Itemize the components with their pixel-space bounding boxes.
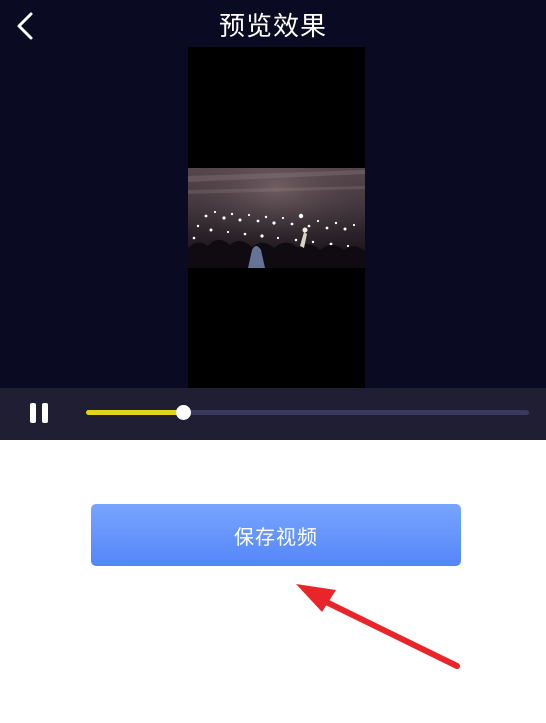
save-video-button[interactable]: 保存视频 — [91, 504, 461, 566]
preview-screen: 预览效果 保存视频 — [0, 0, 546, 723]
pause-button[interactable] — [26, 401, 54, 427]
preview-area: 预览效果 — [0, 0, 546, 388]
page-title: 预览效果 — [218, 12, 327, 42]
progress-slider[interactable] — [86, 405, 529, 420]
video-frame-image — [188, 168, 365, 268]
progress-fill — [86, 410, 184, 415]
pause-icon-bar — [42, 403, 48, 423]
pause-icon — [30, 403, 36, 423]
concert-crowd-image — [188, 168, 365, 268]
playback-controls — [0, 388, 546, 440]
progress-thumb[interactable] — [176, 405, 192, 420]
video-player[interactable] — [188, 47, 365, 388]
